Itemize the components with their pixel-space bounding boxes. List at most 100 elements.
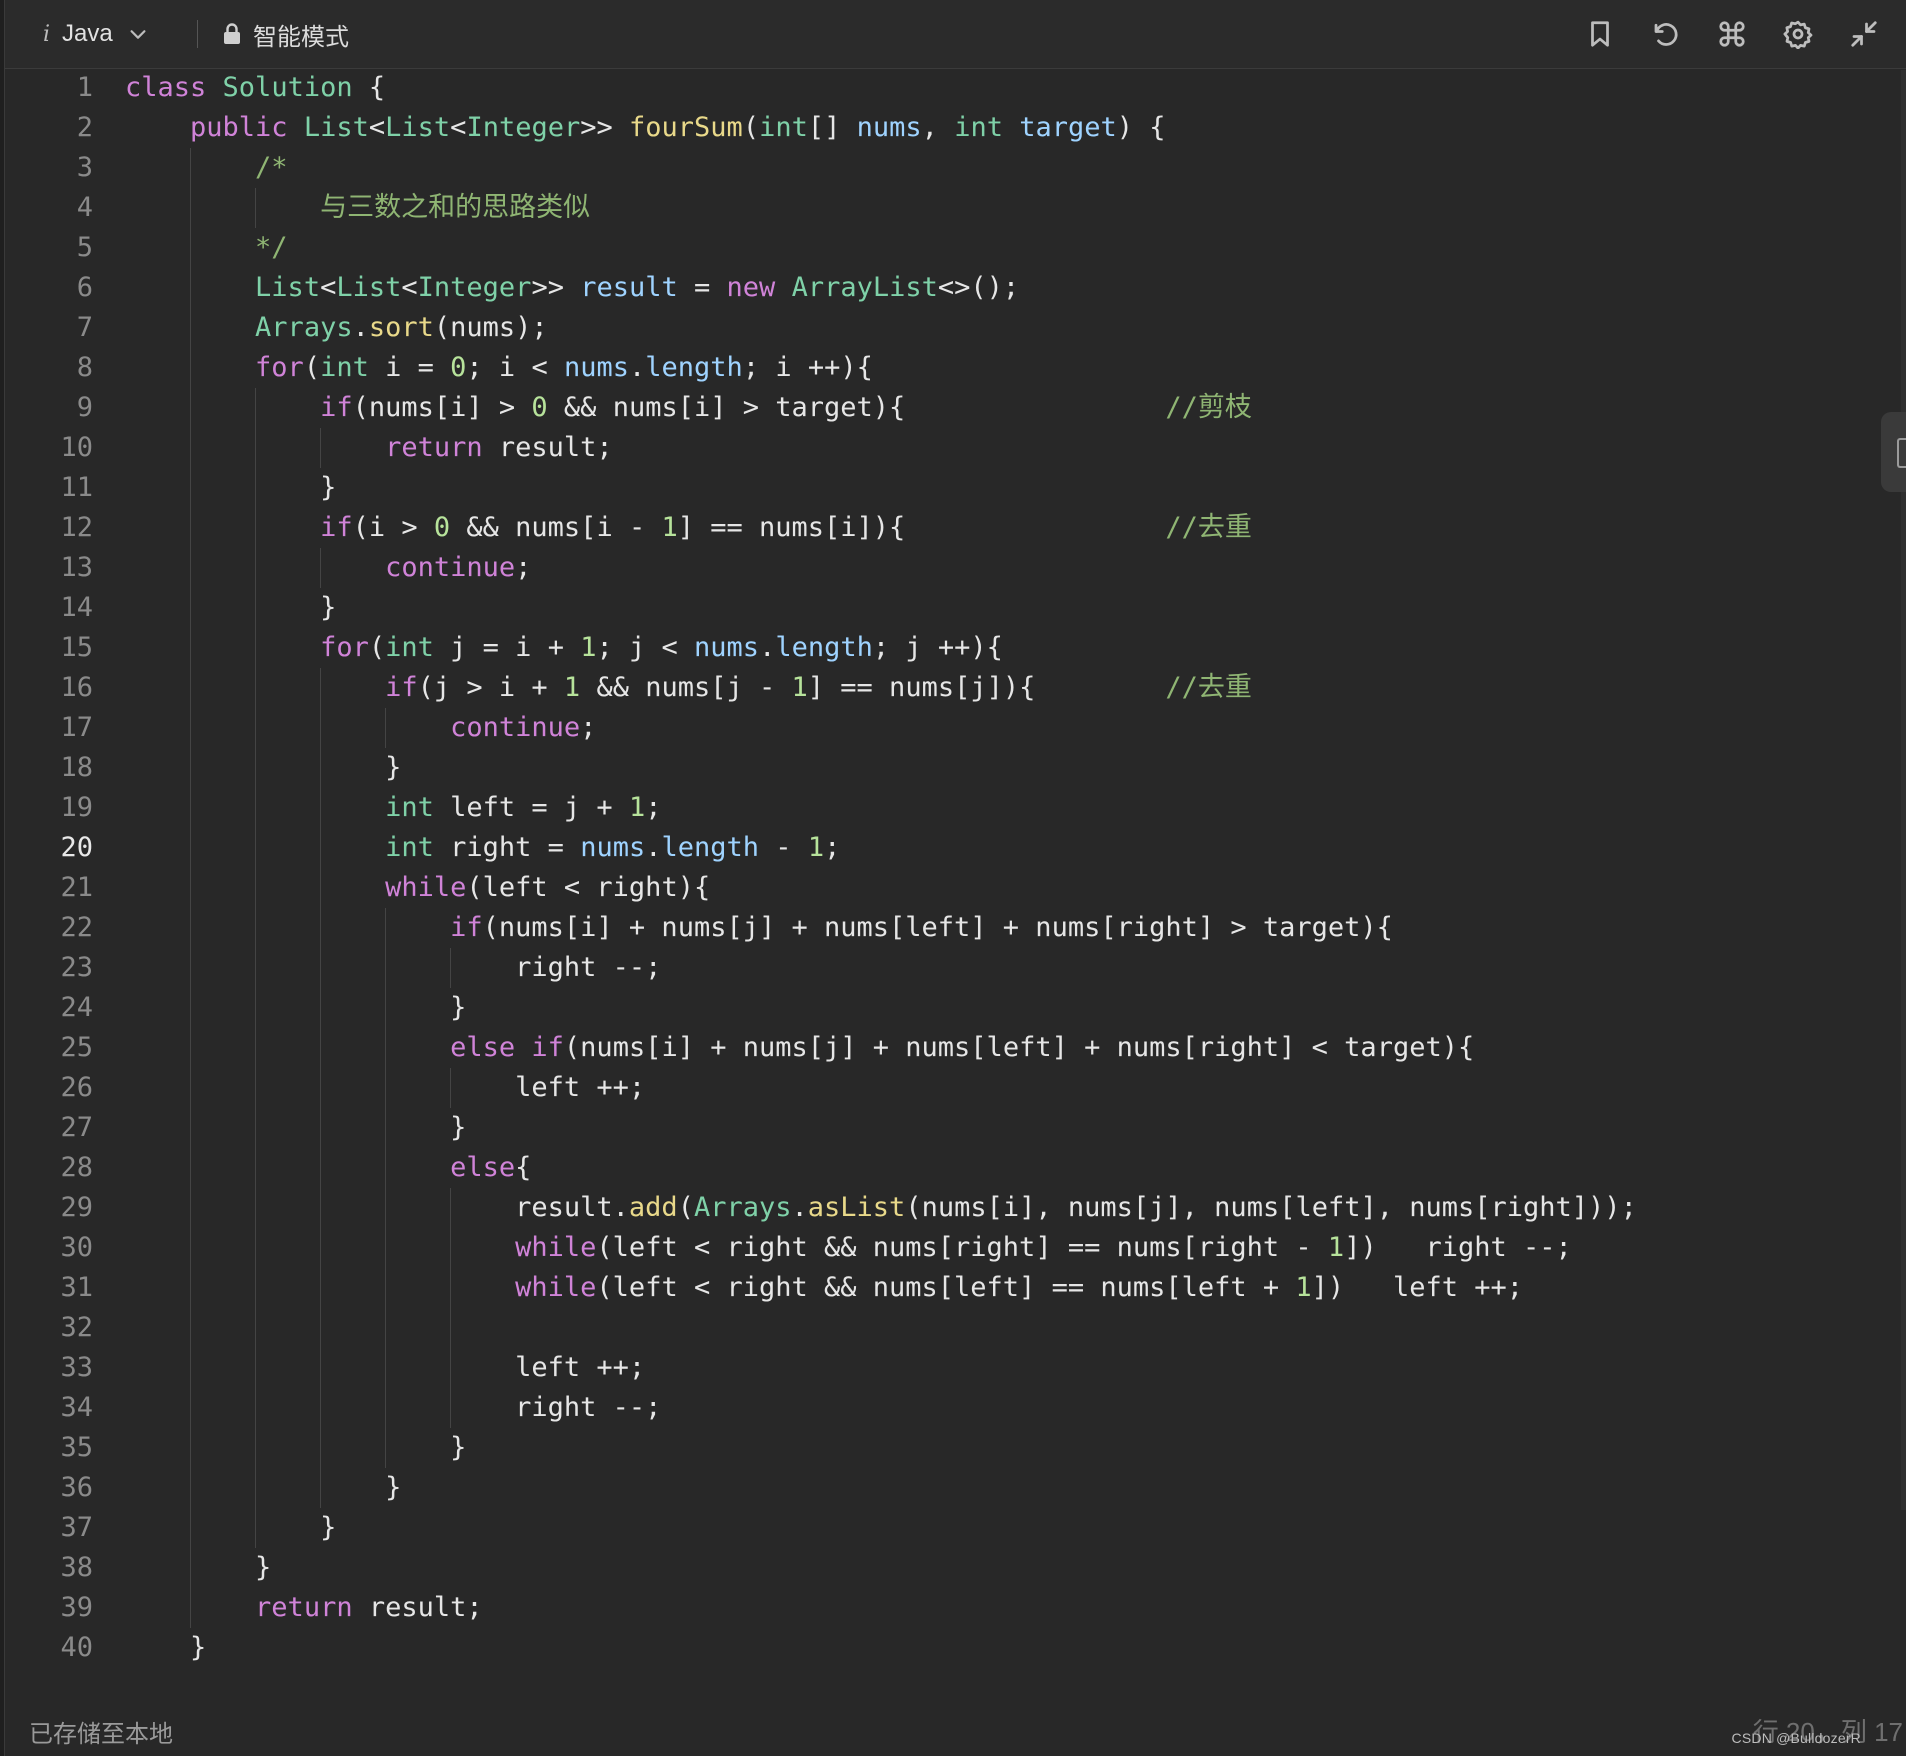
collapse-icon [1851,21,1877,47]
code-line[interactable]: 2 public List<List<Integer>> fourSum(int… [5,108,1905,148]
line-number: 10 [60,432,93,463]
code-line[interactable]: 17 continue; [5,708,1905,748]
line-number: 35 [60,1432,93,1463]
code-text: right --; [125,1392,662,1423]
code-line[interactable]: 6 List<List<Integer>> result = new Array… [5,268,1905,308]
code-line[interactable]: 28 else{ [5,1148,1905,1188]
code-line[interactable]: 7 Arrays.sort(nums); [5,308,1905,348]
code-line[interactable]: 39 return result; [5,1588,1905,1628]
code-text: */ [125,232,288,263]
line-number: 36 [60,1472,93,1503]
code-text: for(int j = i + 1; j < nums.length; j ++… [320,632,1003,663]
code-line[interactable]: 14 } [5,588,1905,628]
line-number: 30 [60,1232,93,1263]
line-number: 20 [60,832,93,863]
code-line[interactable]: 21 while(left < right){ [5,868,1905,908]
code-text: continue; [450,712,597,743]
code-line[interactable]: 30 while(left < right && nums[right] == … [5,1228,1905,1268]
code-line[interactable]: 10 return result; [5,428,1905,468]
line-number: 19 [60,792,93,823]
code-text: result.add(Arrays.asList(nums[i], nums[j… [125,1192,1637,1223]
code-line[interactable]: 34 right --; [5,1388,1905,1428]
code-line[interactable]: 40 } [5,1628,1905,1668]
code-line[interactable]: 26 left ++; [5,1068,1905,1108]
reset-button[interactable] [1647,15,1685,53]
code-line[interactable]: 37 } [5,1508,1905,1548]
collapse-button[interactable] [1845,15,1883,53]
code-line[interactable]: 5 */ [5,228,1905,268]
code-line[interactable]: 31 while(left < right && nums[left] == n… [5,1268,1905,1308]
line-number: 22 [60,912,93,943]
line-number: 5 [76,232,93,263]
code-text: } [125,752,402,783]
code-text: int left = j + 1; [385,792,662,823]
code-line[interactable]: 8 for(int i = 0; i < nums.length; i ++){ [5,348,1905,388]
side-panel-handle[interactable] [1881,412,1906,492]
line-number: 34 [60,1392,93,1423]
code-line[interactable]: 18 } [5,748,1905,788]
code-line[interactable]: 35 } [5,1428,1905,1468]
code-line[interactable]: 9 if(nums[i] > 0 && nums[i] > target){ /… [5,388,1905,428]
code-text: while(left < right){ [385,872,711,903]
line-number: 12 [60,512,93,543]
info-icon: i [43,21,51,47]
line-number: 25 [60,1032,93,1063]
code-line[interactable]: 1 class Solution { [5,68,1905,108]
code-area[interactable]: 1 class Solution {2 public List<List<Inte… [5,68,1906,1678]
code-line[interactable]: 3 /* [5,148,1905,188]
code-text: for(int i = 0; i < nums.length; i ++){ [255,352,873,383]
code-text: return result; [255,1592,483,1623]
save-status: 已存储至本地 [29,1721,173,1748]
code-line[interactable]: 15 for(int j = i + 1; j < nums.length; j… [5,628,1905,668]
code-line[interactable]: 20 int right = nums.length - 1; [5,828,1905,868]
code-text: if(nums[i] > 0 && nums[i] > target){ //剪… [320,392,1252,423]
shortcuts-button[interactable] [1713,15,1751,53]
line-number: 32 [60,1312,93,1343]
line-number: 33 [60,1352,93,1383]
code-line[interactable]: 27 } [5,1108,1905,1148]
code-line[interactable]: 33 left ++; [5,1348,1905,1388]
line-number: 27 [60,1112,93,1143]
code-text: return result; [385,432,613,463]
bookmark-button[interactable] [1581,15,1619,53]
settings-button[interactable] [1779,15,1817,53]
line-number: 21 [60,872,93,903]
toolbar-divider [197,20,198,48]
line-number: 6 [76,272,93,303]
language-selector[interactable]: i Java [43,16,149,52]
code-line[interactable]: 11 } [5,468,1905,508]
code-line[interactable]: 22 if(nums[i] + nums[j] + nums[left] + n… [5,908,1905,948]
code-line[interactable]: 36 } [5,1468,1905,1508]
code-line[interactable]: 23 right --; [5,948,1905,988]
line-number: 8 [76,352,93,383]
line-number: 26 [60,1072,93,1103]
command-icon [1719,21,1745,47]
code-line[interactable]: 24 } [5,988,1905,1028]
code-text: 与三数之和的思路类似 [125,192,591,223]
line-number: 14 [60,592,93,623]
line-number: 7 [76,312,93,343]
code-line[interactable]: 4 与三数之和的思路类似 [5,188,1905,228]
code-editor: i Java 智能模式 1 class Solution {2 public … [4,0,1906,1756]
code-text: else if(nums[i] + nums[j] + nums[left] +… [450,1032,1475,1063]
code-line[interactable]: 25 else if(nums[i] + nums[j] + nums[left… [5,1028,1905,1068]
code-line[interactable]: 16 if(j > i + 1 && nums[j - 1] == nums[j… [5,668,1905,708]
code-line[interactable]: 13 continue; [5,548,1905,588]
code-text: public List<List<Integer>> fourSum(int[]… [190,112,1166,143]
code-line[interactable]: 12 if(i > 0 && nums[i - 1] == nums[i]){ … [5,508,1905,548]
toolbar-actions [1581,14,1883,54]
code-line[interactable]: 19 int left = j + 1; [5,788,1905,828]
code-text: } [125,992,467,1023]
code-text: /* [125,152,288,183]
code-text: left ++; [125,1072,646,1103]
gear-icon [1783,20,1813,49]
scrollbar-track[interactable] [1901,70,1906,1510]
code-text: while(left < right && nums[left] == nums… [515,1272,1523,1303]
smart-mode-indicator[interactable]: 智能模式 [221,16,349,52]
code-text: } [125,592,337,623]
code-line[interactable]: 29 result.add(Arrays.asList(nums[i], num… [5,1188,1905,1228]
editor-toolbar: i Java 智能模式 [5,0,1906,69]
code-line[interactable]: 32 [5,1308,1905,1348]
line-number: 3 [76,152,93,183]
code-line[interactable]: 38 } [5,1548,1905,1588]
